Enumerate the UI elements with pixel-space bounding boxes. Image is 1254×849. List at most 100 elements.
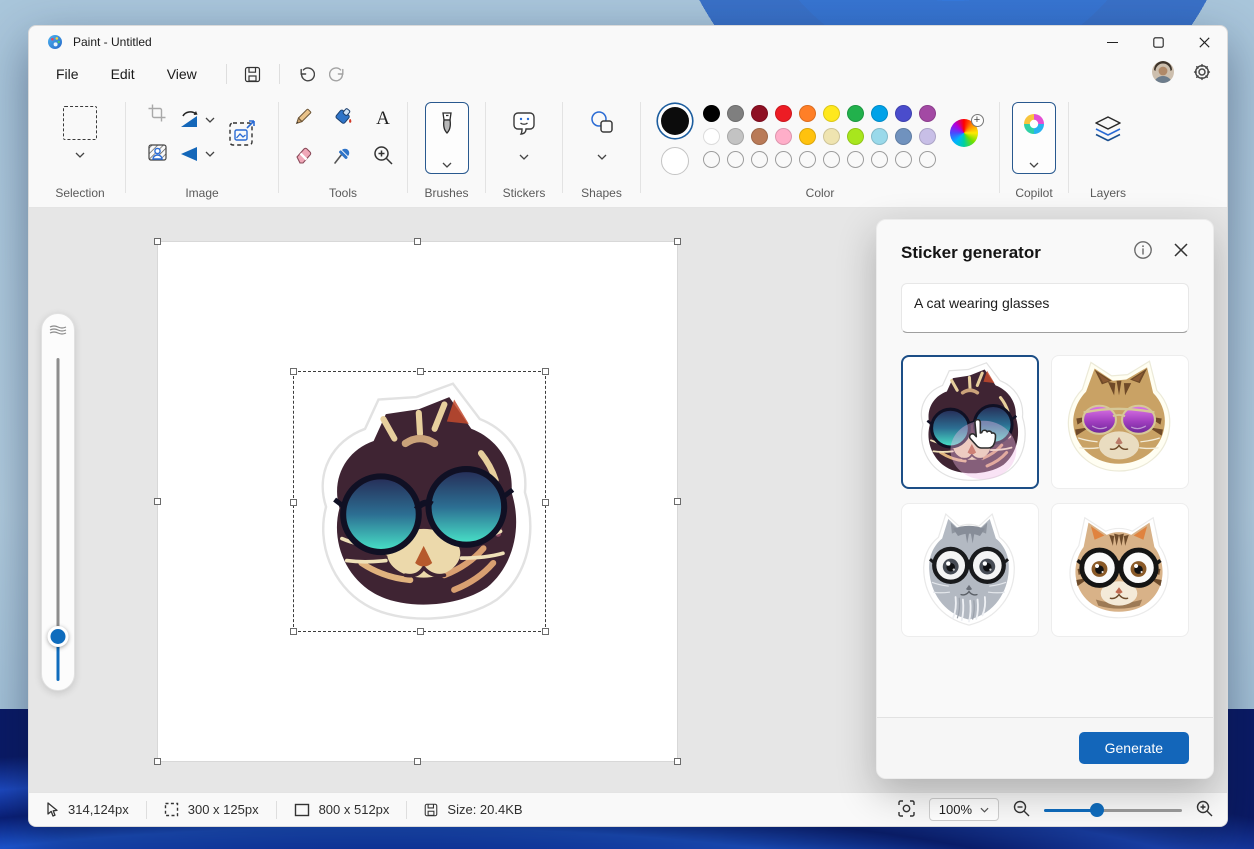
sticker-result-2[interactable] bbox=[1051, 355, 1189, 489]
sticker-result-1[interactable] bbox=[901, 355, 1039, 489]
close-window-icon[interactable] bbox=[1181, 26, 1227, 58]
selection-handle[interactable] bbox=[542, 628, 549, 635]
selection-handle[interactable] bbox=[290, 499, 297, 506]
empty-color-slot[interactable] bbox=[799, 151, 816, 168]
color-swatch[interactable] bbox=[870, 128, 888, 145]
selection-tool-icon[interactable] bbox=[63, 106, 97, 140]
zoom-slider[interactable] bbox=[1044, 802, 1182, 817]
layers-button[interactable] bbox=[1093, 116, 1123, 142]
cat-sticker-image[interactable] bbox=[298, 378, 542, 626]
sticker-result-4[interactable] bbox=[1051, 503, 1189, 637]
selection-handle[interactable] bbox=[417, 368, 424, 375]
color-swatch[interactable] bbox=[894, 105, 912, 122]
color-swatch[interactable] bbox=[846, 105, 864, 122]
pencil-tool-icon[interactable] bbox=[292, 106, 314, 133]
color-swatch[interactable] bbox=[774, 128, 792, 145]
foreground-color-swatch[interactable] bbox=[660, 107, 689, 135]
color-swatch[interactable] bbox=[894, 128, 912, 145]
selection-handle[interactable] bbox=[542, 368, 549, 375]
canvas-resize-handle[interactable] bbox=[154, 498, 161, 505]
selection-handle[interactable] bbox=[542, 499, 549, 506]
stickers-button[interactable] bbox=[509, 108, 539, 160]
color-swatch[interactable] bbox=[750, 105, 768, 122]
fill-tool-icon[interactable] bbox=[332, 106, 354, 133]
remove-background-icon[interactable] bbox=[147, 143, 167, 167]
empty-color-slot[interactable] bbox=[727, 151, 744, 168]
empty-color-slot[interactable] bbox=[703, 151, 720, 168]
sticker-result-3[interactable] bbox=[901, 503, 1039, 637]
crop-icon[interactable] bbox=[148, 104, 166, 127]
menu-view[interactable]: View bbox=[154, 61, 210, 87]
flip-button[interactable] bbox=[179, 146, 215, 162]
empty-color-slot[interactable] bbox=[823, 151, 840, 168]
slider-thumb[interactable] bbox=[47, 626, 69, 647]
close-panel-icon[interactable] bbox=[1173, 242, 1189, 263]
color-swatch[interactable] bbox=[750, 128, 768, 145]
selection-handle[interactable] bbox=[290, 368, 297, 375]
shapes-button[interactable] bbox=[587, 108, 617, 160]
canvas-resize-handle[interactable] bbox=[154, 238, 161, 245]
canvas-resize-handle[interactable] bbox=[674, 498, 681, 505]
zoom-slider-thumb[interactable] bbox=[1090, 802, 1104, 817]
color-swatch[interactable] bbox=[726, 105, 744, 122]
zoom-out-button[interactable] bbox=[1013, 800, 1030, 820]
background-color-swatch[interactable] bbox=[660, 147, 689, 175]
resize-image-icon[interactable] bbox=[227, 118, 257, 153]
color-swatch[interactable] bbox=[726, 128, 744, 145]
canvas-resize-handle[interactable] bbox=[674, 758, 681, 765]
redo-button[interactable] bbox=[322, 61, 354, 87]
selection-handle[interactable] bbox=[417, 628, 424, 635]
zoom-in-button[interactable] bbox=[1196, 800, 1213, 820]
color-swatch[interactable] bbox=[918, 105, 936, 122]
color-swatch[interactable] bbox=[702, 128, 720, 145]
empty-color-slot[interactable] bbox=[871, 151, 888, 168]
copilot-button[interactable] bbox=[1012, 102, 1056, 174]
settings-gear-icon[interactable] bbox=[1193, 63, 1211, 86]
canvas-resize-handle[interactable] bbox=[154, 758, 161, 765]
slider-track[interactable] bbox=[56, 358, 60, 635]
save-button[interactable] bbox=[237, 61, 269, 87]
canvas[interactable] bbox=[154, 238, 681, 765]
color-swatch[interactable] bbox=[774, 105, 792, 122]
eraser-tool-icon[interactable] bbox=[292, 145, 314, 170]
undo-button[interactable] bbox=[290, 61, 322, 87]
color-swatch[interactable] bbox=[702, 105, 720, 122]
info-icon[interactable] bbox=[1133, 240, 1153, 265]
brushes-button[interactable] bbox=[424, 102, 469, 174]
prompt-input[interactable]: A cat wearing glasses bbox=[901, 283, 1189, 333]
selection-handle[interactable] bbox=[290, 628, 297, 635]
brush-size-slider[interactable] bbox=[41, 313, 75, 691]
canvas-resize-handle[interactable] bbox=[674, 238, 681, 245]
color-swatch[interactable] bbox=[870, 105, 888, 122]
text-tool-icon[interactable]: A bbox=[376, 108, 390, 130]
menu-file[interactable]: File bbox=[43, 61, 92, 87]
edit-colors-button[interactable]: + bbox=[949, 114, 984, 149]
canvas-resize-handle[interactable] bbox=[414, 758, 421, 765]
user-avatar[interactable] bbox=[1151, 60, 1175, 89]
empty-color-slot[interactable] bbox=[775, 151, 792, 168]
color-swatch[interactable] bbox=[798, 128, 816, 145]
menu-edit[interactable]: Edit bbox=[98, 61, 148, 87]
empty-color-slot[interactable] bbox=[895, 151, 912, 168]
color-swatch[interactable] bbox=[918, 128, 936, 145]
chevron-down-icon[interactable] bbox=[75, 152, 85, 158]
slider-grip-icon[interactable] bbox=[49, 324, 67, 336]
eyedropper-tool-icon[interactable] bbox=[332, 144, 354, 171]
fit-to-screen-button[interactable] bbox=[898, 799, 915, 820]
minimize-icon[interactable] bbox=[1089, 26, 1135, 58]
magnifier-tool-icon[interactable] bbox=[372, 144, 394, 171]
zoom-level-dropdown[interactable]: 100% bbox=[928, 798, 999, 821]
empty-color-slot[interactable] bbox=[847, 151, 864, 168]
empty-color-slot[interactable] bbox=[751, 151, 768, 168]
selection-bounding-box[interactable] bbox=[290, 368, 549, 635]
color-swatch[interactable] bbox=[822, 128, 840, 145]
rotate-button[interactable] bbox=[179, 110, 215, 130]
group-stickers: Stickers bbox=[486, 90, 562, 207]
canvas-resize-handle[interactable] bbox=[414, 238, 421, 245]
maximize-icon[interactable] bbox=[1135, 26, 1181, 58]
generate-button[interactable]: Generate bbox=[1078, 732, 1189, 764]
color-swatch[interactable] bbox=[846, 128, 864, 145]
color-swatch[interactable] bbox=[822, 105, 840, 122]
empty-color-slot[interactable] bbox=[919, 151, 936, 168]
color-swatch[interactable] bbox=[798, 105, 816, 122]
